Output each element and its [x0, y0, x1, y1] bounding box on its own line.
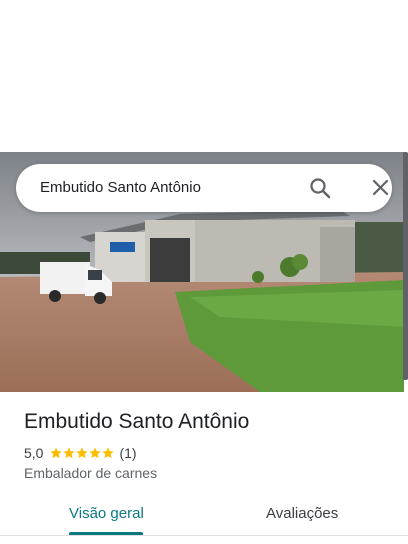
review-count[interactable]: (1) [119, 445, 136, 461]
rating-row[interactable]: 5,0 (1) [24, 445, 137, 461]
place-category[interactable]: Embalador de carnes [24, 465, 157, 481]
star-icon [89, 447, 102, 459]
star-icon [63, 447, 76, 459]
star-icon [50, 447, 63, 459]
blank-area [0, 0, 408, 152]
close-icon [372, 179, 389, 196]
star-icon [102, 447, 115, 459]
search-button[interactable] [306, 174, 334, 202]
place-title: Embutido Santo Antônio [24, 410, 250, 433]
star-rating [49, 446, 115, 460]
search-bar[interactable]: Embutido Santo Antônio [16, 164, 392, 212]
search-icon [310, 178, 331, 199]
close-button[interactable] [368, 174, 394, 202]
scrollbar[interactable] [403, 152, 408, 380]
tab-reviews[interactable]: Avaliações [266, 505, 338, 522]
rating-value: 5,0 [24, 445, 44, 461]
search-input[interactable]: Embutido Santo Antônio [40, 179, 201, 196]
star-icon [76, 447, 89, 459]
tabs-divider [0, 535, 408, 536]
tab-overview[interactable]: Visão geral [69, 505, 144, 522]
